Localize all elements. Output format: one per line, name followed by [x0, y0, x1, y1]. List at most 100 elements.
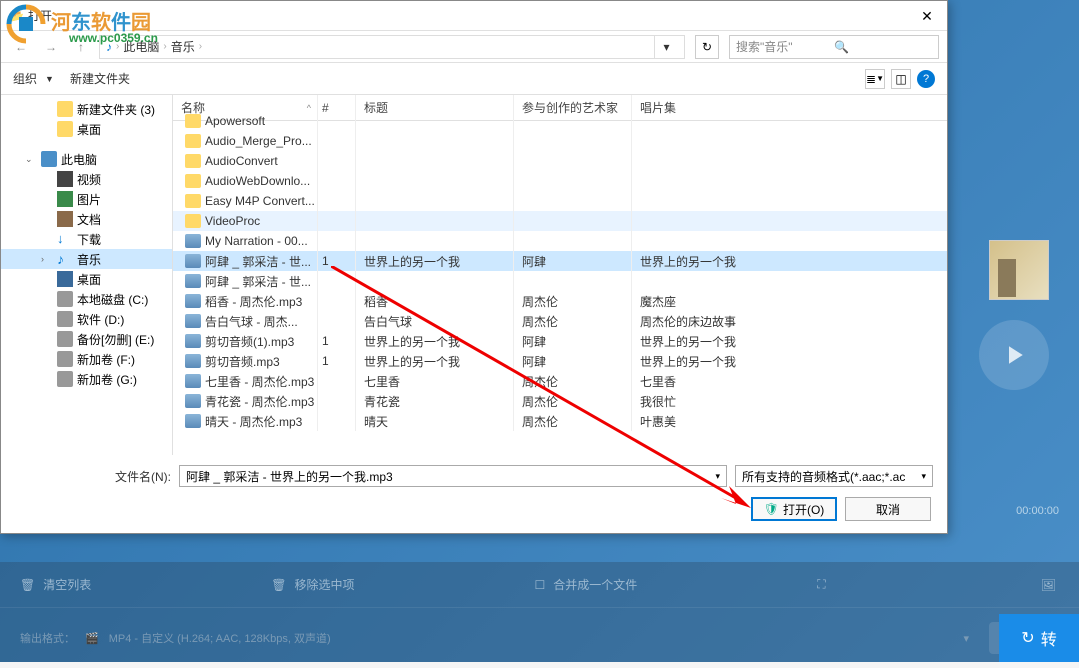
tree-label: 下载 — [77, 231, 101, 248]
media-icon — [185, 374, 201, 388]
chevron-down-icon[interactable]: ▾ — [715, 471, 720, 482]
breadcrumb[interactable]: ♪ › 此电脑 › 音乐 › ▾ — [99, 35, 685, 59]
media-icon — [185, 414, 201, 428]
output-label: 输出格式： — [20, 630, 75, 646]
file-row[interactable]: 阿肆 _ 郭采洁 - 世... — [173, 271, 947, 291]
help-button[interactable]: ? — [917, 70, 935, 88]
remove-selected-button[interactable]: 🗑 移除选中项 — [271, 576, 354, 593]
folder-icon — [185, 194, 201, 208]
expand-arrow[interactable]: ⌄ — [25, 154, 37, 165]
media-icon — [185, 234, 201, 248]
cancel-button[interactable]: 取消 — [845, 497, 931, 521]
chevron-down-icon[interactable]: ▾ — [963, 632, 969, 645]
tree-label: 新加卷 (F:) — [77, 351, 135, 368]
music-icon: ♪ — [57, 251, 73, 267]
file-type-filter[interactable]: 所有支持的音频格式(*.aac;*.ac ▾ — [735, 465, 933, 487]
film-icon: 🎬 — [85, 632, 99, 645]
folder-icon — [185, 114, 201, 128]
tree-item[interactable]: 软件 (D:) — [1, 309, 172, 329]
vid-icon — [57, 171, 73, 187]
preview-thumbnail — [989, 240, 1049, 300]
file-row[interactable]: AudioConvert — [173, 151, 947, 171]
tree-item[interactable]: 桌面 — [1, 269, 172, 289]
watermark-url: www.pc0359.cn — [69, 31, 158, 45]
tree-item[interactable]: 视频 — [1, 169, 172, 189]
file-row[interactable]: Audio_Merge_Pro... — [173, 131, 947, 151]
output-value: MP4 - 自定义 (H.264; AAC, 128Kbps, 双声道) — [109, 630, 331, 646]
file-row[interactable]: 稻香 - 周杰伦.mp3 稻香 周杰伦 魔杰座 — [173, 291, 947, 311]
tree-item[interactable]: 图片 — [1, 189, 172, 209]
breadcrumb-dropdown[interactable]: ▾ — [654, 36, 678, 58]
tree-item[interactable]: ⌄此电脑 — [1, 149, 172, 169]
new-folder-button[interactable]: 新建文件夹 — [70, 70, 130, 87]
pc-icon — [41, 151, 57, 167]
file-row[interactable]: Apowersoft — [173, 111, 947, 131]
folder-icon — [57, 121, 73, 137]
file-row[interactable]: 告白气球 - 周杰... 告白气球 周杰伦 周杰伦的床边故事 — [173, 311, 947, 331]
close-button[interactable]: ✕ — [907, 1, 947, 31]
desk-icon — [57, 271, 73, 287]
media-icon — [185, 274, 201, 288]
file-row[interactable]: 剪切音频.mp3 1 世界上的另一个我 阿肆 世界上的另一个我 — [173, 351, 947, 371]
trash-icon: 🗑 — [20, 578, 35, 592]
tree-label: 软件 (D:) — [77, 311, 124, 328]
tree-item[interactable]: 新加卷 (F:) — [1, 349, 172, 369]
file-row[interactable]: 青花瓷 - 周杰伦.mp3 青花瓷 周杰伦 我很忙 — [173, 391, 947, 411]
image-icon[interactable]: 🖼 — [1041, 578, 1056, 592]
convert-button[interactable]: ↻ 转 — [999, 614, 1079, 662]
folder-icon — [185, 154, 201, 168]
checkbox-icon: ☐ — [535, 578, 546, 592]
file-row[interactable]: 剪切音频(1).mp3 1 世界上的另一个我 阿肆 世界上的另一个我 — [173, 331, 947, 351]
view-options-button[interactable]: ≣▼ — [865, 69, 885, 89]
navigation-tree: 新建文件夹 (3)桌面⌄此电脑视频图片文档↓下载›♪音乐桌面本地磁盘 (C:)软… — [1, 95, 173, 455]
file-row[interactable]: Easy M4P Convert... — [173, 191, 947, 211]
security-shield-icon: 🛡 — [764, 502, 779, 516]
tree-item[interactable]: 文档 — [1, 209, 172, 229]
open-button[interactable]: 🛡 打开(O) — [751, 497, 837, 521]
filename-input[interactable]: 阿肆 _ 郭采洁 - 世界上的另一个我.mp3 ▾ — [179, 465, 727, 487]
media-icon — [185, 354, 201, 368]
preview-pane-button[interactable]: ◫ — [891, 69, 911, 89]
drive-icon — [57, 371, 73, 387]
trash-icon: 🗑 — [271, 578, 286, 592]
clear-list-button[interactable]: 🗑 清空列表 — [20, 576, 91, 593]
refresh-button[interactable]: ↻ — [695, 35, 719, 59]
media-icon — [185, 254, 201, 268]
file-row[interactable]: 晴天 - 周杰伦.mp3 晴天 周杰伦 叶惠美 — [173, 411, 947, 431]
folder-icon — [185, 214, 201, 228]
media-icon — [185, 334, 201, 348]
tree-item[interactable]: 新建文件夹 (3) — [1, 99, 172, 119]
drive-icon — [57, 311, 73, 327]
filename-label: 文件名(N): — [115, 468, 171, 485]
file-row[interactable]: 七里香 - 周杰伦.mp3 七里香 周杰伦 七里香 — [173, 371, 947, 391]
search-input[interactable]: 搜索"音乐" 🔍 — [729, 35, 939, 59]
tree-item[interactable]: 新加卷 (G:) — [1, 369, 172, 389]
tree-item[interactable]: 备份[勿删] (E:) — [1, 329, 172, 349]
watermark-logo — [5, 3, 47, 45]
tree-item[interactable]: ↓下载 — [1, 229, 172, 249]
tree-label: 新加卷 (G:) — [77, 371, 137, 388]
chevron-down-icon[interactable]: ▾ — [921, 471, 926, 482]
tree-label: 桌面 — [77, 121, 101, 138]
file-row[interactable]: AudioWebDownlo... — [173, 171, 947, 191]
file-row[interactable]: My Narration - 00... — [173, 231, 947, 251]
media-icon — [185, 314, 201, 328]
media-icon — [185, 394, 201, 408]
tree-label: 图片 — [77, 191, 101, 208]
pic-icon — [57, 191, 73, 207]
folder-icon — [185, 134, 201, 148]
tree-label: 视频 — [77, 171, 101, 188]
merge-checkbox[interactable]: ☐ 合并成一个文件 — [535, 576, 638, 593]
tree-item[interactable]: 桌面 — [1, 119, 172, 139]
tree-label: 桌面 — [77, 271, 101, 288]
file-row[interactable]: 阿肆 _ 郭采洁 - 世... 1 世界上的另一个我 阿肆 世界上的另一个我 — [173, 251, 947, 271]
file-list: 名称^ # 标题 参与创作的艺术家 唱片集 Apowersoft Audio_M… — [173, 95, 947, 455]
tree-item[interactable]: ›♪音乐 — [1, 249, 172, 269]
crop-icon[interactable]: ⛶ — [817, 577, 825, 592]
open-file-dialog: 河东软件园 www.pc0359.cn 📂 打开 ✕ ← → ↑ ♪ › 此电脑… — [0, 0, 948, 534]
expand-arrow[interactable]: › — [41, 254, 53, 264]
file-row[interactable]: VideoProc — [173, 211, 947, 231]
tree-item[interactable]: 本地磁盘 (C:) — [1, 289, 172, 309]
play-button[interactable] — [979, 320, 1049, 390]
organize-button[interactable]: 组织▼ — [13, 70, 54, 87]
